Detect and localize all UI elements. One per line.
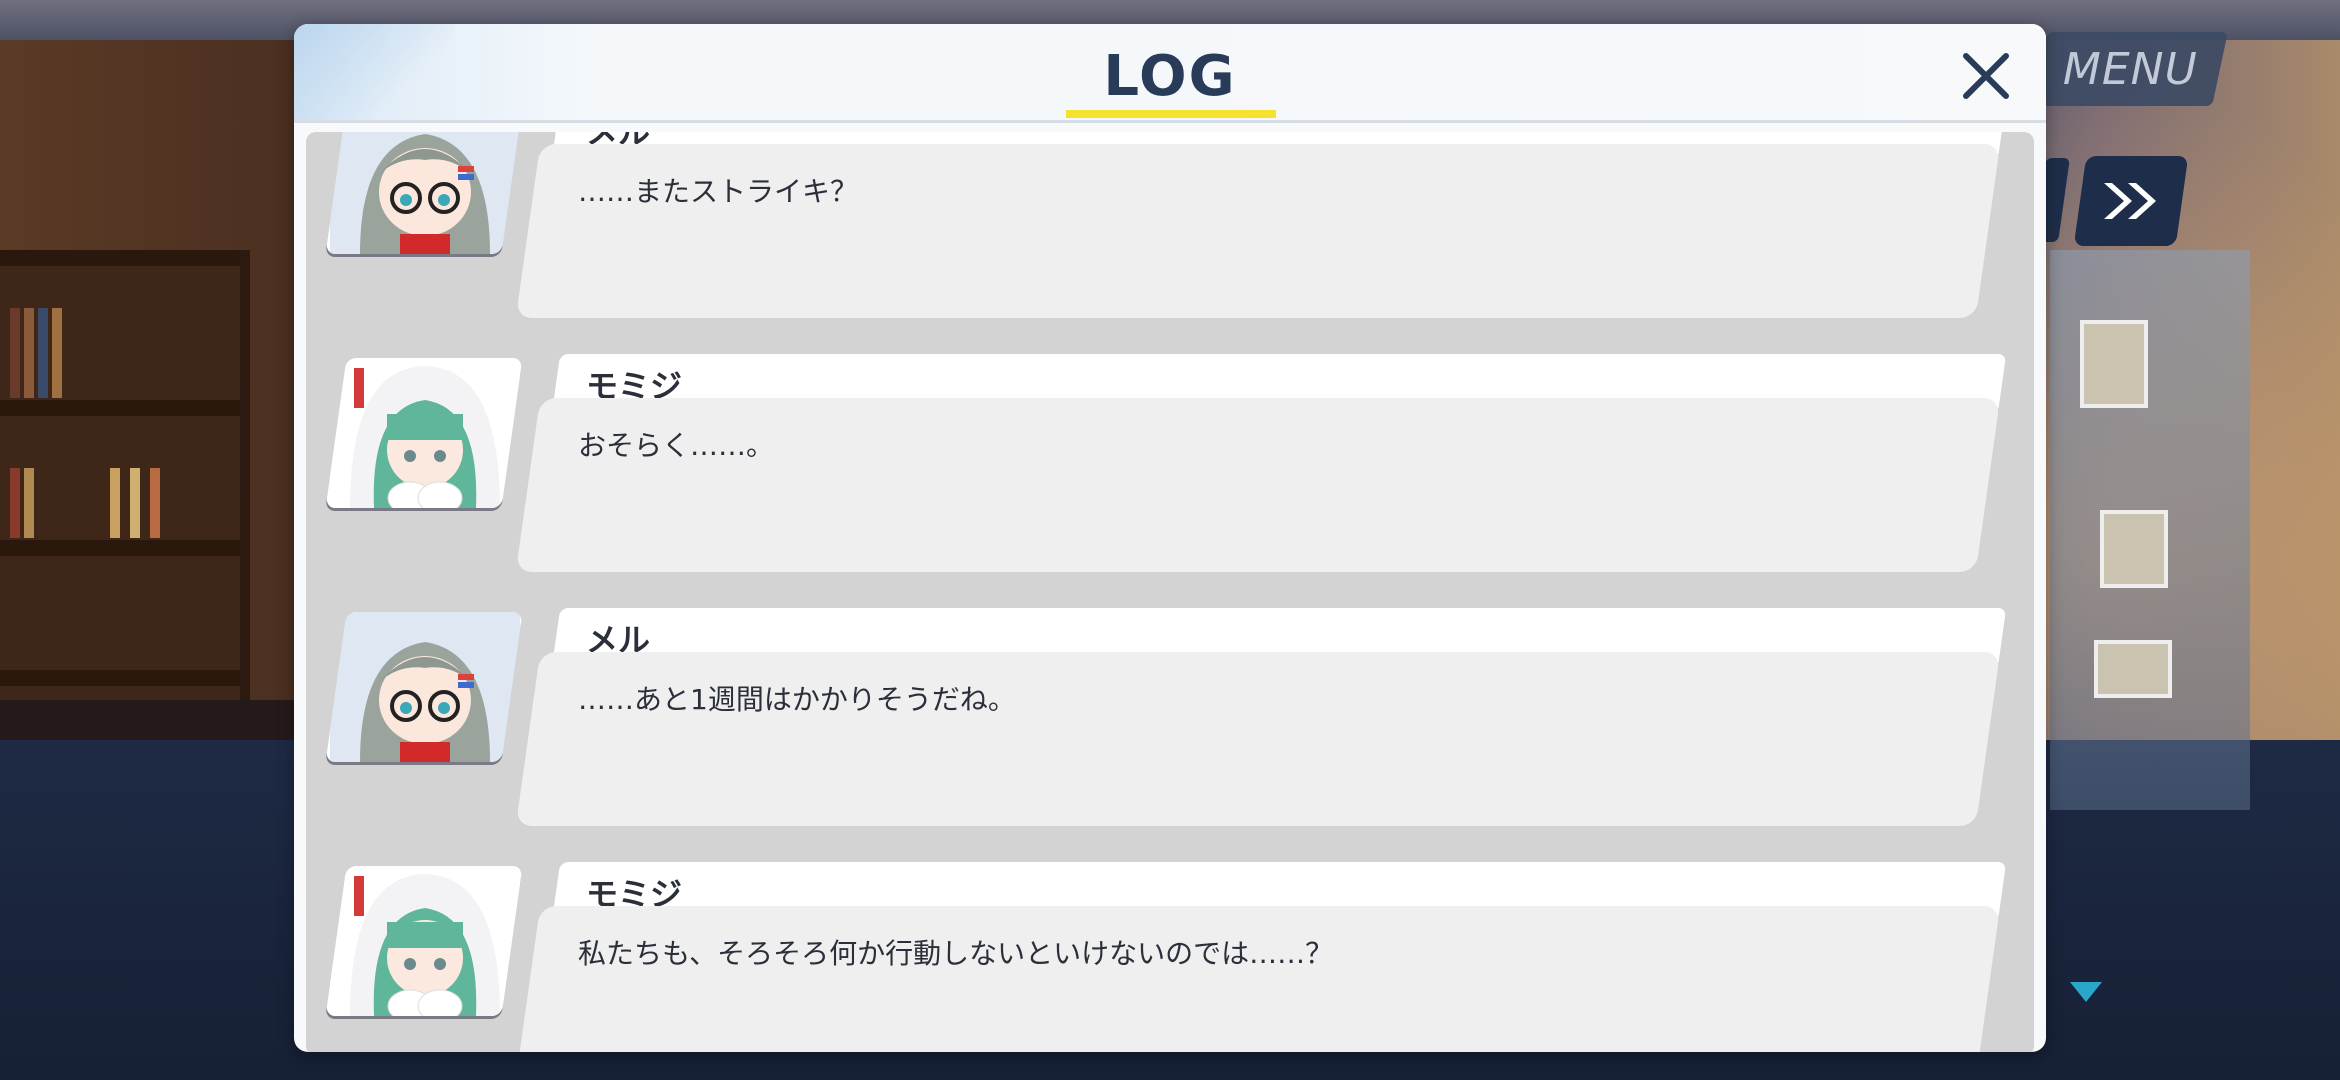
log-dialog: LOG メル ……またストライキ？ モミジ おそらく……。 メル ……あと1週間…	[294, 24, 2046, 1052]
log-title: LOG	[1103, 44, 1237, 109]
momiji-avatar	[325, 358, 523, 508]
game-screen: MENU LOG メル ……またストライキ？ モミジ おそらく……。 メル ………	[0, 0, 2340, 1080]
close-icon	[1963, 53, 2009, 99]
background-bookshelf	[0, 250, 250, 730]
log-entry: モミジ おそらく……。	[306, 354, 2034, 594]
log-entry: メル ……あと1週間はかかりそうだね。	[306, 608, 2034, 848]
double-chevron-right-icon	[2104, 183, 2156, 219]
background-poster	[2094, 640, 2172, 698]
log-entry: モミジ 私たちも、そろそろ何か行動しないといけないのでは……？	[306, 862, 2034, 1052]
mel-avatar	[325, 132, 523, 254]
log-scroll-area[interactable]: メル ……またストライキ？ モミジ おそらく……。 メル ……あと1週間はかかり…	[306, 132, 2034, 1052]
dialogue-text: ……またストライキ？	[578, 175, 859, 208]
triangle-down-icon	[2070, 982, 2102, 1002]
momiji-avatar	[325, 866, 523, 1016]
menu-button-label: MENU	[2062, 43, 2198, 95]
close-button[interactable]	[1954, 44, 2018, 108]
dialogue-text: 私たちも、そろそろ何か行動しないといけないのでは……？	[578, 937, 1334, 970]
log-title-underline	[1066, 110, 1276, 118]
background-poster	[2080, 320, 2148, 408]
mel-avatar	[325, 612, 523, 762]
menu-button[interactable]: MENU	[2032, 32, 2228, 106]
log-header: LOG	[294, 24, 2046, 123]
skip-button[interactable]	[2073, 156, 2189, 246]
dialogue-text: ……あと1週間はかかりそうだね。	[578, 683, 1016, 716]
dialogue-text: おそらく……。	[578, 429, 775, 462]
background-poster	[2100, 510, 2168, 588]
log-entry: メル ……またストライキ？	[306, 132, 2034, 340]
log-list: メル ……またストライキ？ モミジ おそらく……。 メル ……あと1週間はかかり…	[306, 132, 2034, 1052]
